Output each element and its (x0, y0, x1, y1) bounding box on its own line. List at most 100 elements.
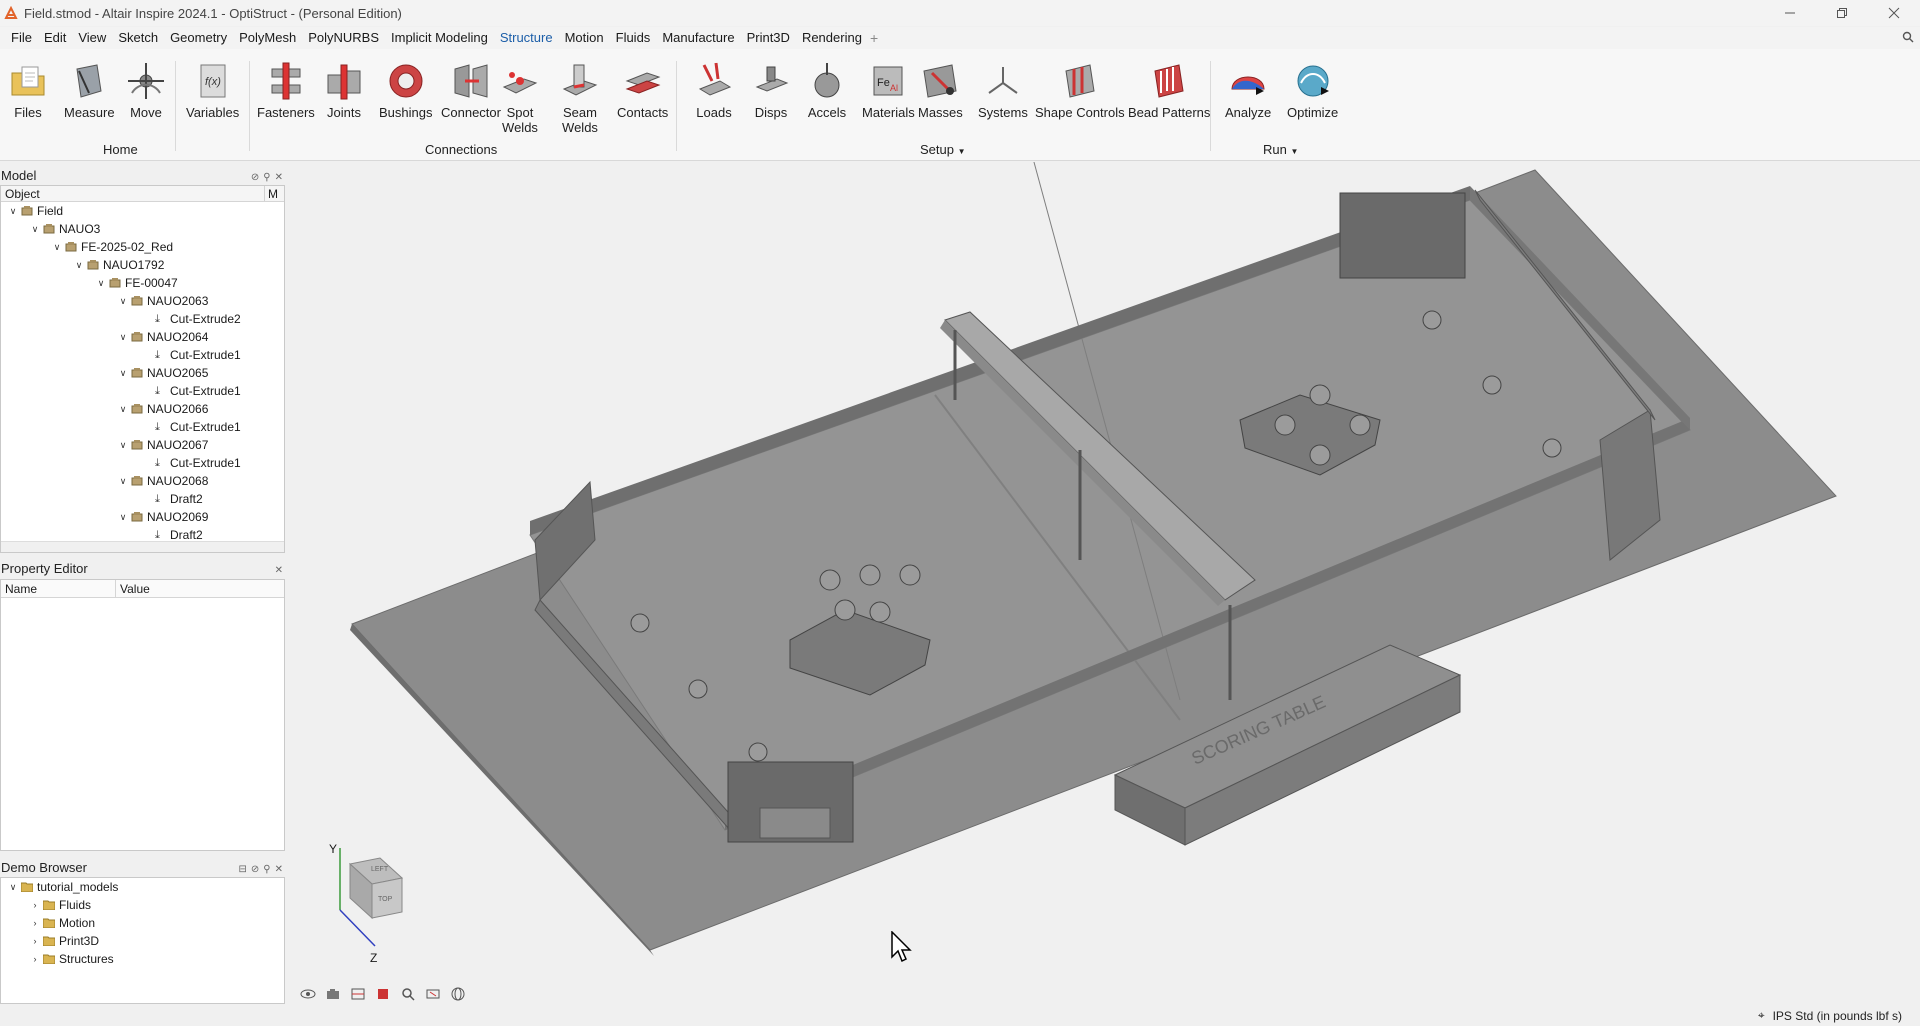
expand-chevron-icon[interactable]: ∨ (117, 476, 129, 487)
measure-tool[interactable]: Measure (64, 59, 115, 120)
zoom-fit-button[interactable] (398, 984, 417, 1003)
collapsed-chevron-icon[interactable]: › (29, 954, 41, 964)
expand-chevron-icon[interactable]: ∨ (117, 404, 129, 415)
minimize-button[interactable] (1764, 0, 1816, 26)
tree-row[interactable]: ∨ NAUO3 (1, 220, 284, 238)
search-icon[interactable] (1902, 31, 1914, 43)
accels-tool[interactable]: Accels (805, 59, 849, 120)
collapsed-chevron-icon[interactable]: › (29, 900, 41, 910)
view-orient-button[interactable] (298, 984, 317, 1003)
expand-chevron-icon[interactable]: ∨ (117, 296, 129, 307)
expand-chevron-icon[interactable]: ∨ (117, 368, 129, 379)
tree-row[interactable]: ⤓ Cut-Extrude1 (1, 382, 284, 400)
demo-tree-row[interactable]: ∨ tutorial_models (1, 878, 284, 896)
tree-row[interactable]: ∨ NAUO2063 (1, 292, 284, 310)
view-cube-left-face[interactable]: LEFT (371, 866, 389, 873)
menu-polynurbs[interactable]: PolyNURBS (302, 27, 385, 49)
close-icon[interactable]: ✕ (275, 562, 283, 580)
group-run-label[interactable]: Run ▼ (1263, 142, 1298, 157)
collapsed-chevron-icon[interactable]: › (29, 918, 41, 928)
materials-tool[interactable]: Fe Al Materials (862, 59, 915, 120)
tree-row[interactable]: ∨ NAUO2068 (1, 472, 284, 490)
spot-welds-tool[interactable]: Spot Welds (498, 59, 542, 135)
expand-chevron-icon[interactable]: ∨ (73, 260, 85, 271)
loads-tool[interactable]: Loads (692, 59, 736, 120)
menu-file[interactable]: File (5, 27, 38, 49)
tree-row[interactable]: ⤓ Cut-Extrude1 (1, 418, 284, 436)
menu-geometry[interactable]: Geometry (164, 27, 233, 49)
bead-patterns-tool[interactable]: Bead Patterns (1128, 59, 1210, 120)
expand-chevron-icon[interactable]: ∨ (29, 224, 41, 235)
menu-manufacture[interactable]: Manufacture (656, 27, 740, 49)
section-cut-button[interactable] (348, 984, 367, 1003)
demo-tree-row[interactable]: › Structures (1, 950, 284, 968)
expand-chevron-icon[interactable]: ∨ (117, 332, 129, 343)
expand-chevron-icon[interactable]: ∨ (7, 206, 19, 217)
tree-row[interactable]: ⤓ Draft2 (1, 490, 284, 508)
optimize-tool[interactable]: Optimize (1287, 59, 1338, 120)
expand-chevron-icon[interactable]: ∨ (7, 882, 19, 893)
variables-tool[interactable]: f(x) Variables (186, 59, 239, 120)
menu-structure[interactable]: Structure (494, 27, 559, 49)
demo-tree-row[interactable]: › Fluids (1, 896, 284, 914)
close-window-button[interactable] (1868, 0, 1920, 26)
contacts-tool[interactable]: Contacts (617, 59, 668, 120)
units-selector[interactable]: IPS Std (in pounds lbf s) (1773, 1009, 1902, 1023)
view-cube[interactable]: LEFT TOP (330, 838, 420, 948)
demo-tree-row[interactable]: › Motion (1, 914, 284, 932)
expand-chevron-icon[interactable]: ∨ (117, 440, 129, 451)
menu-implicit-modeling[interactable]: Implicit Modeling (385, 27, 494, 49)
horizontal-scrollbar[interactable] (1, 541, 284, 552)
tree-row[interactable]: ∨ NAUO1792 (1, 256, 284, 274)
tree-row[interactable]: ⤓ Cut-Extrude1 (1, 346, 284, 364)
pick-mode-button[interactable] (423, 984, 442, 1003)
bushings-tool[interactable]: Bushings (379, 59, 432, 120)
tree-row[interactable]: ∨ FE-2025-02_Red (1, 238, 284, 256)
restore-button[interactable] (1816, 0, 1868, 26)
analyze-tool[interactable]: Analyze (1225, 59, 1271, 120)
expand-chevron-icon[interactable]: ∨ (95, 278, 107, 289)
group-setup-label[interactable]: Setup ▼ (920, 142, 966, 157)
seam-welds-tool[interactable]: Seam Welds (558, 59, 602, 135)
assembly-icon (65, 242, 77, 252)
folder-icon (43, 900, 55, 910)
demo-tree-row[interactable]: › Print3D (1, 932, 284, 950)
shape-controls-tool[interactable]: Shape Controls (1035, 59, 1125, 120)
menu-polymesh[interactable]: PolyMesh (233, 27, 302, 49)
masses-tool[interactable]: Masses (918, 59, 963, 120)
menu-rendering[interactable]: Rendering (796, 27, 868, 49)
loads-icon (698, 62, 732, 96)
files-tool[interactable]: Files (6, 59, 50, 120)
systems-tool[interactable]: Systems (978, 59, 1028, 120)
menu-print3d[interactable]: Print3D (741, 27, 796, 49)
menu-edit[interactable]: Edit (38, 27, 72, 49)
tree-row[interactable]: ∨ NAUO2069 (1, 508, 284, 526)
disps-tool[interactable]: Disps (749, 59, 793, 120)
menu-motion[interactable]: Motion (559, 27, 610, 49)
tree-row[interactable]: ∨ NAUO2064 (1, 328, 284, 346)
tree-row[interactable]: ∨ NAUO2066 (1, 400, 284, 418)
global-view-button[interactable] (448, 984, 467, 1003)
expand-chevron-icon[interactable]: ∨ (117, 512, 129, 523)
tree-row[interactable]: ∨ FE-00047 (1, 274, 284, 292)
move-tool[interactable]: Move (124, 59, 168, 120)
menu-view[interactable]: View (72, 27, 112, 49)
menu-sketch[interactable]: Sketch (112, 27, 164, 49)
display-mode-button[interactable] (323, 984, 342, 1003)
view-cube-top-face[interactable]: TOP (378, 896, 393, 903)
tree-row[interactable]: ∨ Field (1, 202, 284, 220)
add-ribbon-tab-button[interactable]: + (870, 30, 878, 46)
tree-row[interactable]: ⤓ Cut-Extrude2 (1, 310, 284, 328)
expand-chevron-icon[interactable]: ∨ (51, 242, 63, 253)
tree-row[interactable]: ∨ NAUO2065 (1, 364, 284, 382)
menu-fluids[interactable]: Fluids (610, 27, 657, 49)
fasteners-tool[interactable]: Fasteners (257, 59, 315, 120)
joints-tool[interactable]: Joints (322, 59, 366, 120)
3d-viewport[interactable]: SCORING TABLE (287, 162, 1920, 1004)
tree-row[interactable]: ⤓ Cut-Extrude1 (1, 454, 284, 472)
connectors-tool[interactable]: Connector (441, 59, 501, 120)
units-icon[interactable]: ⌖ (1758, 1008, 1765, 1023)
render-button[interactable] (373, 984, 392, 1003)
collapsed-chevron-icon[interactable]: › (29, 936, 41, 946)
tree-row[interactable]: ∨ NAUO2067 (1, 436, 284, 454)
